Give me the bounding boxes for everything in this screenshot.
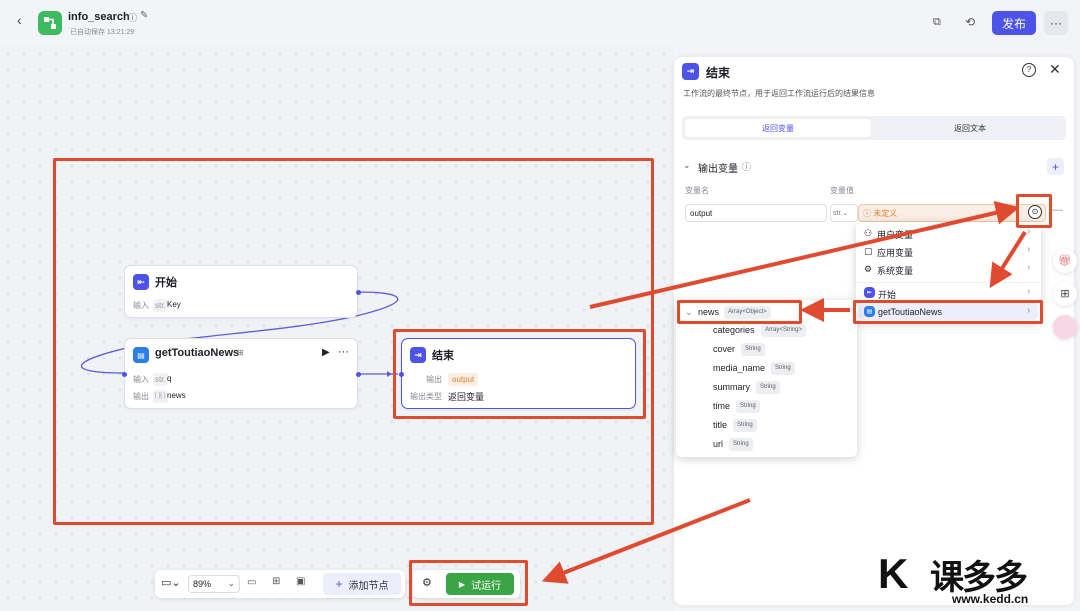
apps-grid-icon[interactable]: ⊞ bbox=[1053, 282, 1077, 306]
watermark-url: www.kedd.cn bbox=[952, 592, 1029, 606]
assistant-avatar[interactable] bbox=[1053, 315, 1077, 339]
gift-icon[interactable]: 🎁︎ bbox=[1053, 249, 1077, 273]
watermark-logo: K 课多多 www.kedd.cn bbox=[878, 548, 1078, 608]
annotation-arrows bbox=[541, 201, 1027, 584]
watermark-k-mark: K bbox=[878, 550, 909, 597]
